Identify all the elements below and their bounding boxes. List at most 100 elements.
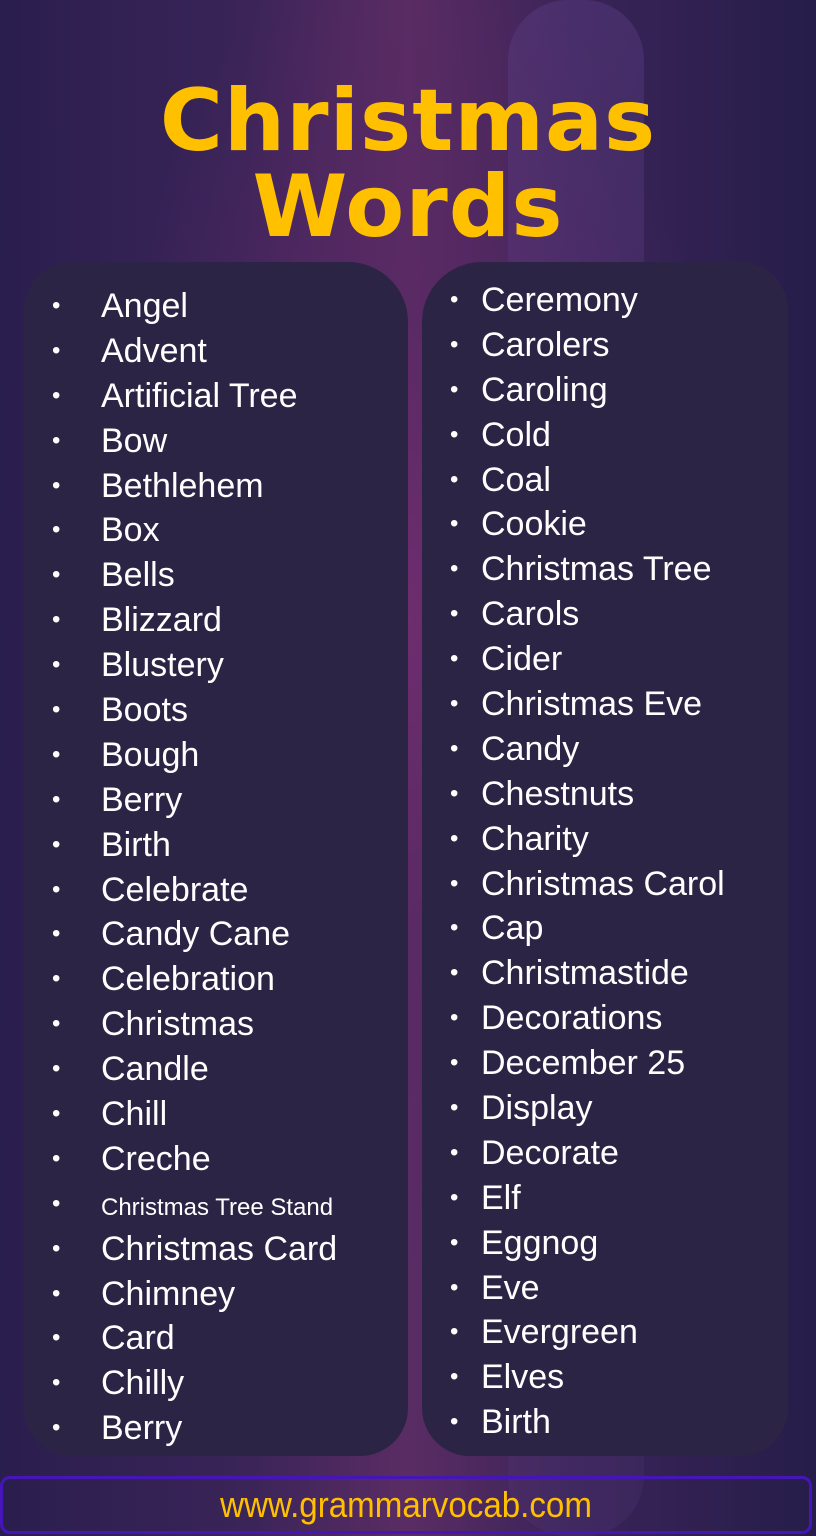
list-item: • Candy <box>450 727 725 772</box>
list-item: • Elves <box>450 1355 725 1400</box>
list-item: • Creche <box>52 1137 337 1182</box>
website-link[interactable]: www.grammarvocab.com <box>220 1484 592 1526</box>
list-item: • Christmas Eve <box>450 682 725 727</box>
word-label: Celebrate <box>101 870 249 909</box>
bullet-icon: • <box>52 875 61 903</box>
list-item: • Eve <box>450 1266 725 1311</box>
word-label: Bethlehem <box>101 466 264 505</box>
list-item: • Candle <box>52 1047 337 1092</box>
list-item: • Carols <box>450 592 725 637</box>
word-label: December 25 <box>481 1044 686 1083</box>
bullet-icon: • <box>52 830 61 858</box>
list-item: • Decorate <box>450 1131 725 1176</box>
word-label: Cider <box>481 640 563 679</box>
list-item: • December 25 <box>450 1041 725 1086</box>
bullet-icon: • <box>450 959 459 987</box>
word-label: Birth <box>481 1403 551 1442</box>
list-item: • Blizzard <box>52 598 337 643</box>
word-label: Coal <box>481 460 551 499</box>
word-label: Christmastide <box>481 954 689 993</box>
bullet-icon: • <box>450 779 459 807</box>
bullet-icon: • <box>52 471 61 499</box>
word-label: Candle <box>101 1050 209 1089</box>
word-label: Christmas <box>101 1005 255 1044</box>
word-label: Decorate <box>481 1133 619 1172</box>
word-label: Celebration <box>101 960 275 999</box>
bullet-icon: • <box>450 465 459 493</box>
bullet-icon: • <box>450 1004 459 1032</box>
list-item: • Christmas <box>52 1002 337 1047</box>
bullet-icon: • <box>450 1094 459 1122</box>
word-label: Berry <box>101 780 183 819</box>
list-item: • Blustery <box>52 643 337 688</box>
footer-banner: www.grammarvocab.com <box>0 1476 812 1534</box>
list-item: • Boots <box>52 688 337 733</box>
bullet-icon: • <box>52 920 61 948</box>
list-item: • Box <box>52 508 337 553</box>
word-label: Ceremony <box>481 281 638 319</box>
list-item: • Decorations <box>450 996 725 1041</box>
word-label: Evergreen <box>481 1313 638 1352</box>
bullet-icon: • <box>52 1279 61 1307</box>
bullet-icon: • <box>450 510 459 538</box>
list-item: • Evergreen <box>450 1310 725 1355</box>
bullet-icon: • <box>450 1138 459 1166</box>
bullet-icon: • <box>52 1369 61 1397</box>
list-item: • Chestnuts <box>450 772 725 817</box>
bullet-icon: • <box>52 381 61 409</box>
list-item: • Berry <box>52 778 337 823</box>
word-label: Eggnog <box>481 1223 599 1262</box>
bullet-icon: • <box>450 1228 459 1256</box>
word-label: Birth <box>101 825 171 864</box>
list-item: • Bow <box>52 419 337 464</box>
bullet-icon: • <box>450 600 459 628</box>
word-label: Box <box>101 511 160 550</box>
list-item: • Celebrate <box>52 868 337 913</box>
bullet-icon: • <box>450 1273 459 1301</box>
bullet-icon: • <box>52 1010 61 1038</box>
word-label: Carolers <box>481 325 610 364</box>
list-item: • Candy Cane <box>52 912 337 957</box>
word-label: Blizzard <box>101 601 222 640</box>
word-label: Cold <box>481 415 551 454</box>
word-label: Advent <box>101 331 207 370</box>
list-item: • Bells <box>52 553 337 598</box>
list-item: • Christmas Tree <box>450 547 725 592</box>
bullet-icon: • <box>450 734 459 762</box>
bullet-icon: • <box>52 1234 61 1262</box>
word-label: Berry <box>101 1409 183 1448</box>
word-label: Carols <box>481 595 580 634</box>
list-item: • Celebration <box>52 957 337 1002</box>
list-item: • Angel <box>52 284 337 329</box>
word-label: Christmas Card <box>101 1229 338 1268</box>
list-item: • Birth <box>450 1400 725 1445</box>
list-item: • Card <box>52 1316 337 1361</box>
list-item: • Birth <box>52 823 337 868</box>
word-label: Chimney <box>101 1274 236 1313</box>
bullet-icon: • <box>52 426 61 454</box>
bullet-icon: • <box>52 1324 61 1352</box>
word-label: Candy Cane <box>101 915 291 954</box>
list-item: • Caroling <box>450 368 725 413</box>
list-item: • Charity <box>450 817 725 862</box>
word-label: Charity <box>481 819 589 858</box>
word-label: Chill <box>101 1095 168 1134</box>
bullet-icon: • <box>52 336 61 364</box>
list-item: • Artificial Tree <box>52 374 337 419</box>
bullet-icon: • <box>450 330 459 358</box>
list-item: • Carolers <box>450 323 725 368</box>
bullet-icon: • <box>52 1414 61 1442</box>
list-item: • Christmastide <box>450 951 725 996</box>
bullet-icon: • <box>450 1318 459 1346</box>
bullet-icon: • <box>52 965 61 993</box>
list-item: • Cap <box>450 906 725 951</box>
list-item: • Eggnog <box>450 1221 725 1266</box>
word-label: Elves <box>481 1358 565 1397</box>
list-item: • Bough <box>52 733 337 778</box>
list-item: • Bethlehem <box>52 464 337 509</box>
list-item: • Chill <box>52 1092 337 1137</box>
list-item: • Advent <box>52 329 337 374</box>
list-item: • Display <box>450 1086 725 1131</box>
word-label: Candy <box>481 729 580 768</box>
list-item: • Coal <box>450 458 725 503</box>
